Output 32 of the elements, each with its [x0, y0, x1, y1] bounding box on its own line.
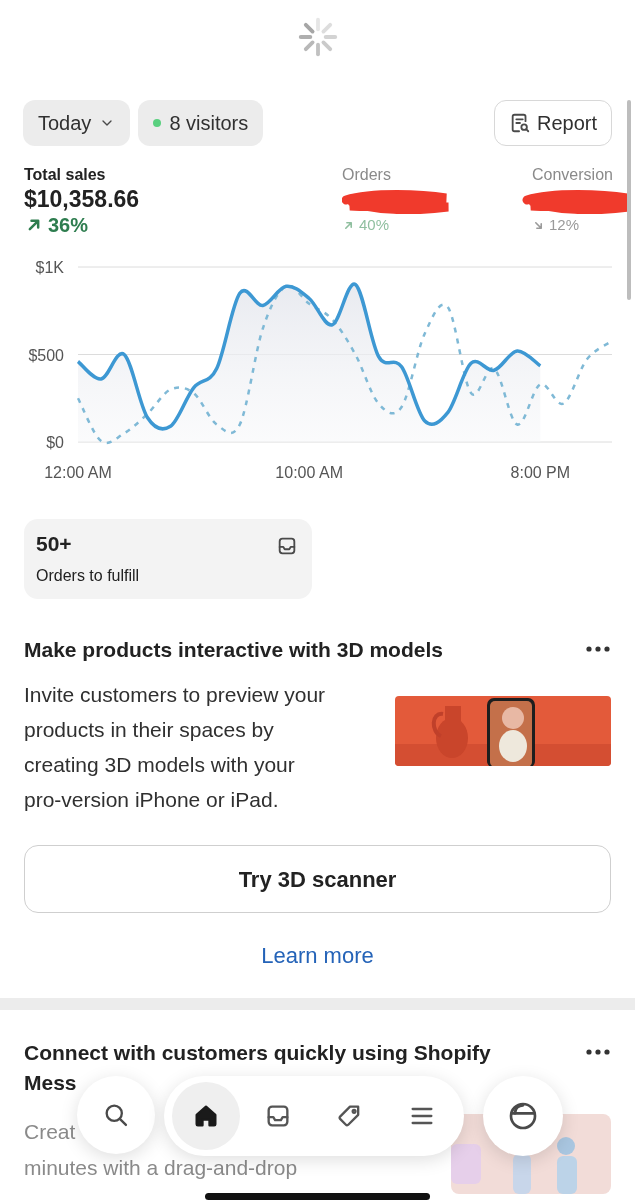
learn-more-link[interactable]: Learn more — [261, 943, 374, 968]
card-title: Connect with customers quickly using Shopify Mess — [24, 1040, 492, 1096]
axis-label: $1K — [35, 259, 64, 276]
card-label: Orders to fulfill — [36, 566, 141, 586]
visitors-button[interactable]: 8 visitors — [138, 100, 264, 146]
axis-label: 10:00 AM — [275, 464, 343, 481]
period-dropdown[interactable]: Today — [23, 100, 131, 146]
card-description: Invite customers to preview your products in their spaces by creating 3D models with your pro-version iPhone or iPad. — [24, 682, 326, 813]
axis-label: $0 — [46, 434, 64, 451]
card-title: Make products interactive with 3D models — [24, 637, 443, 663]
scanner-button[interactable]: Try 3D scanner — [24, 845, 611, 913]
home-tab[interactable] — [172, 1082, 240, 1150]
card-description: Creat — [24, 1119, 76, 1145]
avatar-icon — [507, 1100, 539, 1132]
metric-change: 36% — [48, 214, 89, 236]
axis-label: 12:00 AM — [44, 464, 112, 481]
metric-change: 12% — [549, 215, 580, 235]
profile-button[interactable] — [483, 1076, 563, 1156]
axis-label: 8:00 PM — [510, 464, 571, 481]
metric-label: Total sales — [24, 166, 107, 184]
report-button[interactable]: Report — [493, 100, 612, 146]
metric-label: Conversion — [532, 166, 614, 184]
metric-value: $10,358.66 — [24, 186, 140, 212]
card-description: minutes with a drag-and-drop — [24, 1155, 298, 1181]
order-count: 50+ — [36, 531, 72, 557]
axis-label: $500 — [28, 346, 64, 364]
metric-change: 40% — [359, 215, 390, 235]
orders-card[interactable]: 50+ Orders to fulfill — [24, 519, 312, 599]
more-button[interactable] — [585, 1048, 611, 1056]
inbox-icon — [276, 535, 298, 557]
more-button[interactable] — [585, 645, 611, 653]
metric-label: Orders — [342, 166, 392, 184]
